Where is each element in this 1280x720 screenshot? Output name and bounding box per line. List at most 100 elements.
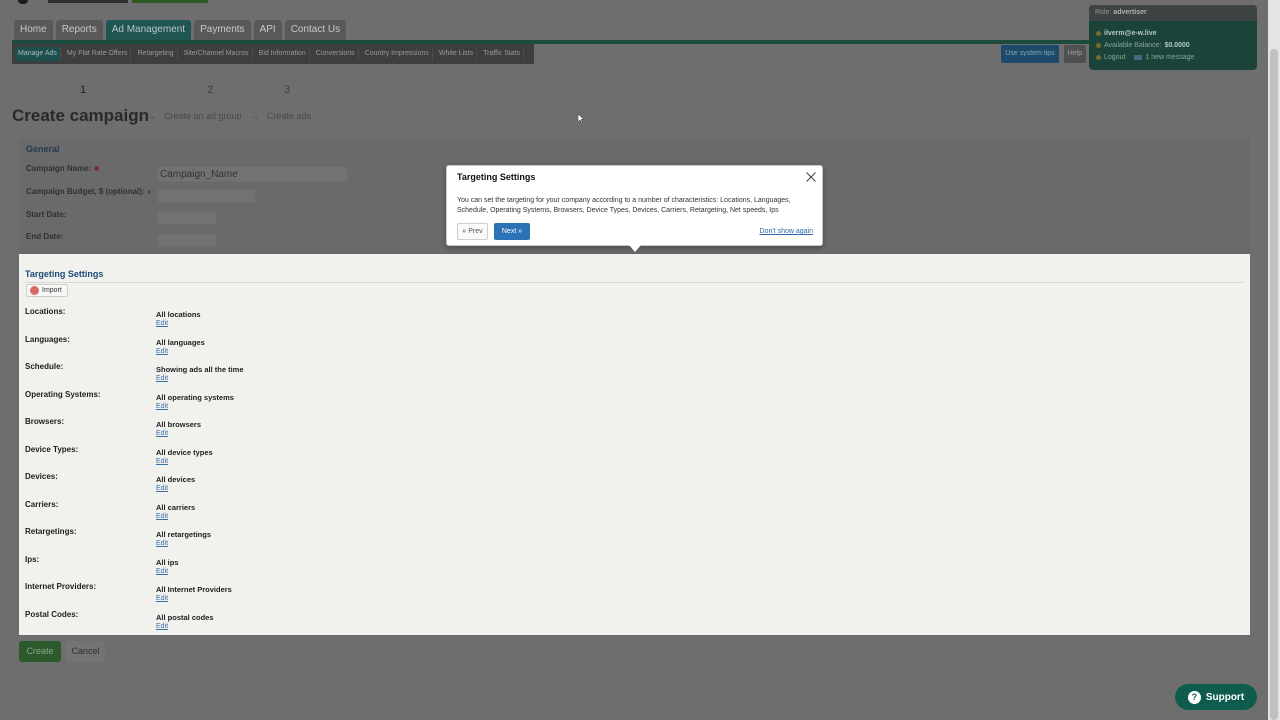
targeting-value: All browsers xyxy=(156,420,202,429)
nav-tab-reports[interactable]: Reports xyxy=(55,20,103,40)
logout-link[interactable]: Logout xyxy=(1104,54,1125,61)
user-email[interactable]: ilverm@e-w.live xyxy=(1104,30,1156,37)
scrollbar-thumb[interactable] xyxy=(1270,49,1278,720)
balance-value: $0.0000 xyxy=(1164,42,1190,49)
subnav-manage-ads[interactable]: Manage Ads xyxy=(15,47,61,61)
cancel-button[interactable]: Cancel xyxy=(66,641,105,662)
lock-icon xyxy=(1096,55,1101,60)
nav-tab-payments[interactable]: Payments xyxy=(194,20,251,40)
end-date-label: End Date: xyxy=(26,232,64,241)
system-tips-button[interactable]: Use system tips xyxy=(1001,45,1059,63)
start-date-input[interactable] xyxy=(157,212,217,225)
targeting-row-ips: Ips: All ips Edit xyxy=(19,555,519,581)
targeting-value: All Internet Providers xyxy=(156,585,232,594)
targeting-value: All devices xyxy=(156,475,196,484)
create-button[interactable]: Create xyxy=(19,641,61,662)
subnav-flat-rate-offers[interactable]: My Flat Rate Offers xyxy=(64,47,132,61)
subnav-retargeting[interactable]: Retargeting xyxy=(134,47,178,61)
support-button[interactable]: ? Support xyxy=(1175,684,1257,710)
targeting-row-operating-systems: Operating Systems: All operating systems… xyxy=(19,390,519,416)
targeting-row-postal-codes: Postal Codes: All postal codes Edit xyxy=(19,610,519,636)
campaign-name-label-text: Campaign Name: xyxy=(26,164,92,173)
targeting-label: Browsers: xyxy=(25,417,65,426)
import-icon xyxy=(30,286,39,295)
required-icon: ✱ xyxy=(93,166,100,173)
subnav-bid-information[interactable]: Bid Information xyxy=(256,47,310,61)
subnav-conversions[interactable]: Conversions xyxy=(313,47,359,61)
targeting-row-devices: Devices: All devices Edit xyxy=(19,472,519,498)
nav-tab-home[interactable]: Home xyxy=(14,20,53,40)
step-number-1: 1 xyxy=(80,84,87,96)
targeting-row-browsers: Browsers: All browsers Edit xyxy=(19,417,519,443)
targeting-label: Devices: xyxy=(25,472,58,481)
targeting-value: All languages xyxy=(156,338,205,347)
subnav-traffic-stats[interactable]: Traffic Stats xyxy=(480,47,525,61)
prev-button[interactable]: « Prev xyxy=(457,223,488,240)
targeting-row-retargetings: Retargetings: All retargetings Edit xyxy=(19,527,519,553)
targeting-row-device-types: Device Types: All device types Edit xyxy=(19,445,519,471)
page-title: Create campaign xyxy=(12,106,149,125)
balance-label: Available Balance: xyxy=(1104,42,1162,49)
sub-nav: Manage Ads My Flat Rate Offers Retargeti… xyxy=(12,44,534,64)
divider xyxy=(25,282,1244,283)
close-icon[interactable] xyxy=(805,171,817,183)
edit-internet-providers-link[interactable]: Edit xyxy=(156,595,168,602)
nav-tab-ad-management[interactable]: Ad Management xyxy=(105,20,192,40)
import-button[interactable]: Import xyxy=(26,284,68,297)
start-date-label: Start Date: xyxy=(26,210,67,219)
edit-schedule-link[interactable]: Edit xyxy=(156,375,168,382)
balance-line: Available Balance: $0.0000 xyxy=(1096,42,1190,49)
targeting-tip-popover: Targeting Settings You can set the targe… xyxy=(446,165,823,252)
targeting-value: All postal codes xyxy=(156,613,214,622)
dollar-icon xyxy=(1096,43,1101,48)
targeting-label: Locations: xyxy=(25,307,66,316)
main-nav: Home Reports Ad Management Payments API … xyxy=(14,20,347,40)
step-number-2: 2 xyxy=(207,84,214,96)
edit-carriers-link[interactable]: Edit xyxy=(156,513,168,520)
logout-line: Logout 1 new message xyxy=(1096,54,1194,61)
edit-device-types-link[interactable]: Edit xyxy=(156,458,168,465)
edit-operating-systems-link[interactable]: Edit xyxy=(156,403,168,410)
role-label: Role: xyxy=(1095,9,1112,16)
popover-body: You can set the targeting for your compa… xyxy=(457,197,791,214)
targeting-row-carriers: Carriers: All carriers Edit xyxy=(19,500,519,526)
targeting-row-locations: Locations: All locations Edit xyxy=(19,307,519,333)
help-button[interactable]: Help xyxy=(1064,45,1086,63)
edit-ips-link[interactable]: Edit xyxy=(156,568,168,575)
next-button[interactable]: Next » xyxy=(494,223,530,240)
messages-link[interactable]: 1 new message xyxy=(1145,54,1194,61)
edit-browsers-link[interactable]: Edit xyxy=(156,430,168,437)
targeting-label: Postal Codes: xyxy=(25,610,79,619)
edit-devices-link[interactable]: Edit xyxy=(156,485,168,492)
user-icon xyxy=(1096,31,1101,36)
nav-tab-api[interactable]: API xyxy=(253,20,282,40)
targeting-label: Operating Systems: xyxy=(25,390,101,399)
subnav-site-channel-macros[interactable]: Site/Channel Macros xyxy=(181,47,253,61)
step-number-3: 3 xyxy=(284,84,291,96)
popover-pointer xyxy=(629,245,641,252)
step-label-3: Create ads xyxy=(267,111,312,121)
edit-postal-codes-link[interactable]: Edit xyxy=(156,623,168,630)
budget-input[interactable] xyxy=(157,189,256,203)
dont-show-again-link[interactable]: Don't show again xyxy=(760,228,813,235)
popover-title: Targeting Settings xyxy=(457,172,536,182)
targeting-value: All device types xyxy=(156,448,213,457)
end-date-input[interactable] xyxy=(157,234,217,247)
email-line: ilverm@e-w.live xyxy=(1096,30,1156,37)
info-icon: ● xyxy=(146,189,152,196)
targeting-label: Ips: xyxy=(25,555,40,564)
edit-locations-link[interactable]: Edit xyxy=(156,320,168,327)
subnav-white-lists[interactable]: White Lists xyxy=(436,47,478,61)
edit-retargetings-link[interactable]: Edit xyxy=(156,540,168,547)
targeting-label: Internet Providers: xyxy=(25,582,97,591)
edit-languages-link[interactable]: Edit xyxy=(156,348,168,355)
budget-label-text: Campaign Budget, $ (optional): xyxy=(26,187,145,196)
nav-tab-contact-us[interactable]: Contact Us xyxy=(284,20,347,40)
targeting-row-internet-providers: Internet Providers: All Internet Provide… xyxy=(19,582,519,608)
campaign-name-input[interactable]: Campaign_Name xyxy=(157,166,348,182)
targeting-label: Languages: xyxy=(25,335,70,344)
subnav-country-impressions[interactable]: Country Impressions xyxy=(362,47,433,61)
targeting-value: All locations xyxy=(156,310,201,319)
targeting-value: All retargetings xyxy=(156,530,212,539)
budget-label: Campaign Budget, $ (optional): ● xyxy=(26,187,151,196)
